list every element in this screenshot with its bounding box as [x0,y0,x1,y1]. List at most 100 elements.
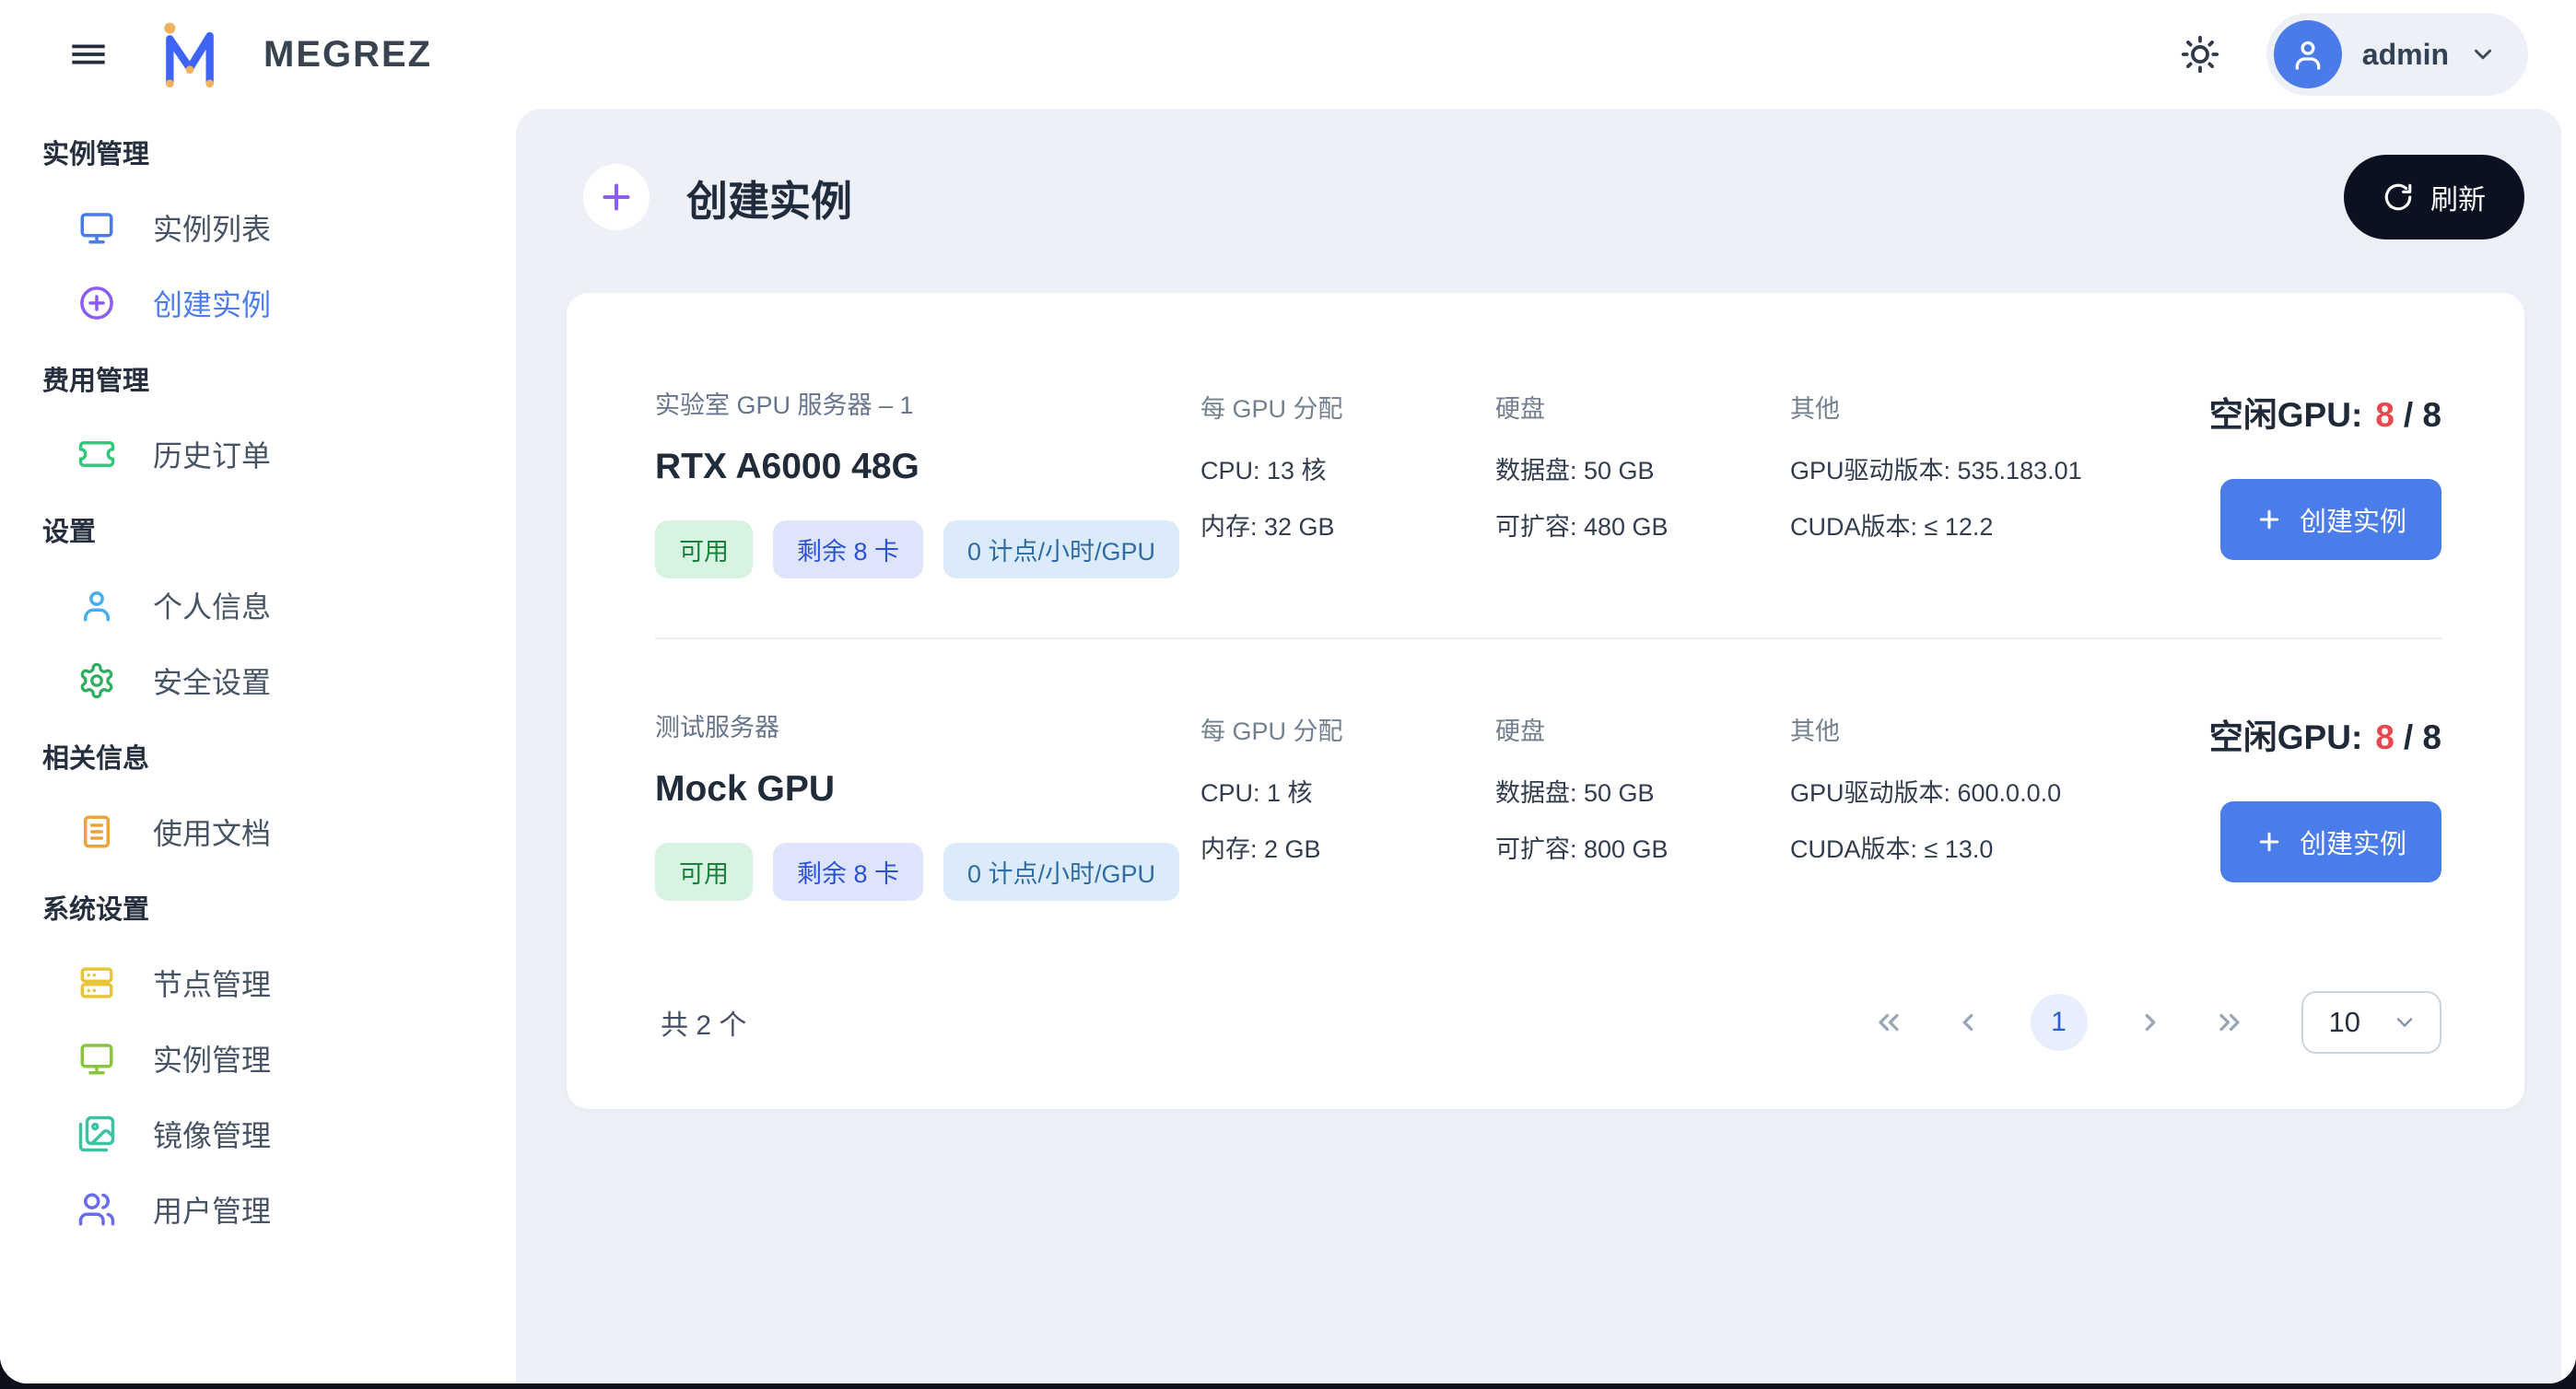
top-bar-right: admin [2174,13,2528,96]
gpu-model: Mock GPU [655,769,1200,810]
column-header: 硬盘 [1495,389,1790,425]
sidebar-item-user-mgmt[interactable]: 用户管理 [42,1172,516,1247]
cuda-version-value: CUDA版本: ≤ 13.0 [1790,829,2203,865]
plus-icon [583,164,650,230]
server-name-column: 实验室 GPU 服务器 – 1 RTX A6000 48G 可用 剩余 8 卡 … [655,385,1200,578]
sidebar-item-label: 用户管理 [153,1188,271,1231]
idle-gpu-counter: 空闲GPU: 8/ 8 [2209,709,2441,759]
hamburger-icon[interactable] [55,21,122,88]
sidebar-item-instance-mgmt[interactable]: 实例管理 [42,1021,516,1096]
server-name: 实验室 GPU 服务器 – 1 [655,385,1200,421]
server-name: 测试服务器 [655,707,1200,743]
server-name-column: 测试服务器 Mock GPU 可用 剩余 8 卡 0 计点/小时/GPU [655,707,1200,901]
column-header: 其他 [1790,711,2203,747]
row-actions: 空闲GPU:8/ 8 创建实例 [2209,385,2441,560]
app-window: MEGREZ admin 实例管理 [0,0,2576,1383]
cpu-value: CPU: 13 核 [1200,450,1495,486]
idle-gpu-label: 空闲GPU: [2209,718,2363,756]
sidebar-section-system-settings: 系统设置 [42,870,516,945]
pagination: 共 2 个 1 [655,991,2441,1054]
chevron-down-icon [2469,41,2497,68]
idle-gpu-counter: 空闲GPU:8/ 8 [2209,387,2441,437]
idle-gpu-free: 8 [2375,718,2395,756]
sidebar-item-security[interactable]: 安全设置 [42,643,516,718]
monitor-icon [77,1039,116,1078]
column-header: 每 GPU 分配 [1200,389,1495,425]
expandable-value: 可扩容: 480 GB [1495,507,1790,543]
expandable-value: 可扩容: 800 GB [1495,829,1790,865]
status-badge: 可用 [655,520,753,578]
sidebar-item-order-history[interactable]: 历史订单 [42,416,516,492]
pager-controls: 1 10 [1872,991,2441,1054]
document-icon [77,812,116,851]
sidebar-item-label: 个人信息 [153,584,271,626]
page-title-group: 创建实例 [583,164,852,230]
plus-circle-icon [77,284,116,322]
next-page-icon[interactable] [2134,1006,2167,1039]
idle-gpu-total: / 8 [2404,718,2441,756]
server-list-card: 实验室 GPU 服务器 – 1 RTX A6000 48G 可用 剩余 8 卡 … [567,293,2524,1109]
create-instance-button[interactable]: 创建实例 [2220,801,2441,882]
user-name: admin [2362,38,2449,72]
sidebar-item-label: 节点管理 [153,962,271,1004]
sidebar-item-docs[interactable]: 使用文档 [42,794,516,870]
per-gpu-column: 每 GPU 分配 CPU: 13 核 内存: 32 GB [1200,385,1495,543]
badge-group: 可用 剩余 8 卡 0 计点/小时/GPU [655,520,1200,578]
total-count: 共 2 个 [661,1002,746,1043]
column-header: 每 GPU 分配 [1200,711,1495,747]
sidebar-item-create-instance[interactable]: 创建实例 [42,265,516,341]
sun-icon[interactable] [2174,29,2226,80]
chevron-down-icon [2392,1010,2418,1035]
user-menu[interactable]: admin [2266,13,2528,96]
app-body: 实例管理 实例列表 创建实例 费用管理 历史订单 设置 [0,109,2576,1383]
create-instance-label: 创建实例 [2300,500,2406,539]
brand-title: MEGREZ [263,34,432,76]
gear-icon [77,661,116,700]
column-header: 其他 [1790,389,2203,425]
prev-page-icon[interactable] [1951,1006,1985,1039]
status-badge: 可用 [655,843,753,901]
sidebar-item-instance-list[interactable]: 实例列表 [42,190,516,265]
first-page-icon[interactable] [1872,1006,1905,1039]
sidebar-item-label: 安全设置 [153,659,271,702]
ticket-icon [77,435,116,473]
sidebar-item-image-mgmt[interactable]: 镜像管理 [42,1096,516,1172]
badge-group: 可用 剩余 8 卡 0 计点/小时/GPU [655,843,1200,901]
sidebar-section-settings: 设置 [42,492,516,567]
memory-value: 内存: 32 GB [1200,507,1495,543]
monitor-icon [77,208,116,247]
plus-icon [2255,506,2283,533]
server-row: 实验室 GPU 服务器 – 1 RTX A6000 48G 可用 剩余 8 卡 … [655,317,2441,637]
users-icon [77,1190,116,1229]
page-size-select[interactable]: 10 [2301,991,2441,1054]
data-disk-value: 数据盘: 50 GB [1495,773,1790,809]
top-bar-left: MEGREZ [55,18,432,91]
refresh-button[interactable]: 刷新 [2344,155,2524,239]
avatar [2274,20,2342,88]
page-title: 创建实例 [686,168,852,228]
images-icon [77,1115,116,1153]
per-gpu-column: 每 GPU 分配 CPU: 1 核 内存: 2 GB [1200,707,1495,865]
sidebar-section-instance-mgmt: 实例管理 [42,114,516,190]
sidebar-item-profile[interactable]: 个人信息 [42,567,516,643]
last-page-icon[interactable] [2213,1006,2246,1039]
plus-icon [2255,828,2283,856]
gpu-model: RTX A6000 48G [655,447,1200,487]
sidebar-section-related-info: 相关信息 [42,718,516,794]
remaining-badge: 剩余 8 卡 [773,843,923,901]
sidebar-item-label: 实例列表 [153,206,271,249]
create-instance-button[interactable]: 创建实例 [2220,479,2441,560]
disk-column: 硬盘 数据盘: 50 GB 可扩容: 480 GB [1495,385,1790,543]
current-page[interactable]: 1 [2031,994,2088,1051]
disk-column: 硬盘 数据盘: 50 GB 可扩容: 800 GB [1495,707,1790,865]
price-badge: 0 计点/小时/GPU [943,520,1179,578]
page-header: 创建实例 刷新 [567,155,2524,239]
other-column: 其他 GPU驱动版本: 600.0.0.0 CUDA版本: ≤ 13.0 [1790,707,2203,865]
sidebar-section-billing: 费用管理 [42,341,516,416]
sidebar-item-node-mgmt[interactable]: 节点管理 [42,945,516,1021]
row-actions: 空闲GPU: 8/ 8 创建实例 [2209,707,2441,882]
data-disk-value: 数据盘: 50 GB [1495,450,1790,486]
top-bar: MEGREZ admin [0,0,2576,109]
server-row: 测试服务器 Mock GPU 可用 剩余 8 卡 0 计点/小时/GPU 每 G… [655,637,2441,960]
other-column: 其他 GPU驱动版本: 535.183.01 CUDA版本: ≤ 12.2 [1790,385,2203,543]
